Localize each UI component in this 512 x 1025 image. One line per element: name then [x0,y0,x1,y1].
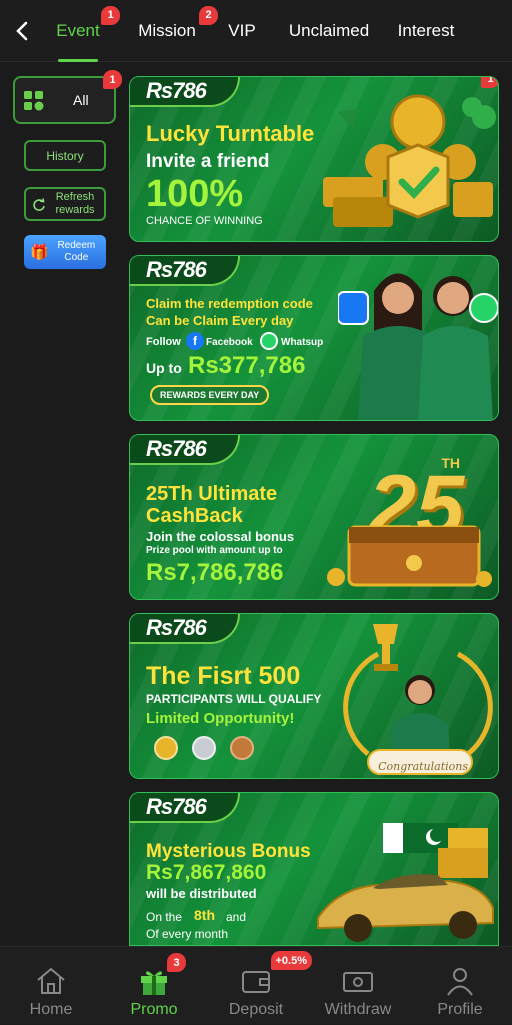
notification-badge: 3 [167,953,186,972]
sidebar: All 1 History Refresh rewards 🎁 Redeem C… [0,62,122,946]
promo-banner-cashback[interactable]: Rs786 25Th Ultimate CashBack Join the co… [129,434,499,600]
banner-title: Mysterious Bonus [146,841,311,862]
notification-badge: 1 [481,77,498,88]
rewards-every-day-button[interactable]: REWARDS EVERY DAY [150,385,270,405]
banner-line-2: Limited Opportunity! [146,710,295,727]
brand-logo: Rs786 [130,77,240,107]
facebook-icon: f [186,332,204,350]
promo-banner-lucky-turntable[interactable]: Rs786 Lucky Turntable Invite a friend 10… [129,76,499,242]
gold-coins-illustration [323,94,496,227]
women-illustration [338,273,498,420]
notification-badge: 1 [101,5,120,25]
nav-promo[interactable]: Promo 3 [104,947,204,1025]
trophy-woman-illustration [343,624,493,775]
congratulations-ribbon: Congratulations [378,760,468,773]
brand-logo: Rs786 [130,793,240,823]
brand-logo: Rs786 [130,614,240,644]
top-nav: Event 1 Mission 2 VIP Unclaimed Interest [0,0,512,62]
whatsapp-icon [260,332,278,350]
redeem-code-button[interactable]: 🎁 Redeem Code [24,235,106,269]
promo-banner-mysterious-bonus[interactable]: Rs786 Mysterious Bonus Rs7,867,860 will … [129,792,499,946]
filter-all-button[interactable]: All 1 [13,70,122,124]
refresh-rewards-label: Refresh rewards [55,191,95,216]
wallet-icon [242,971,270,993]
nav-home[interactable]: Home [1,947,101,1025]
banner-line-2: Can be Claim Every day [146,313,294,328]
tab-label: VIP [228,20,256,40]
silver-medal-icon [192,736,216,760]
history-button[interactable]: History [24,140,106,171]
banner-title: 25Th Ultimate [146,483,278,505]
nav-label: Profile [437,1001,483,1018]
banner-subtitle: Invite a friend [146,151,270,172]
banner-title-2: CashBack [146,505,243,527]
nav-withdraw[interactable]: Withdraw [308,947,408,1025]
notification-badge: 2 [199,5,218,25]
home-icon [37,967,65,994]
banner-line-1: Claim the redemption code [146,296,313,311]
user-icon [447,968,473,996]
bonus-amount: Rs7,867,860 [146,861,267,884]
banner-line-1: Join the colossal bonus [146,529,295,544]
nav-label: Deposit [228,1001,284,1018]
back-button[interactable] [0,0,44,62]
chevron-left-icon [16,21,28,40]
whatsapp-label: Whatsup [281,337,324,348]
gift-icon: 🎁 [30,244,49,261]
bottom-nav: Home Promo 3 Deposit +0.5% Withdraw Prof… [0,946,512,1024]
follow-label: Follow [146,336,181,348]
promo-banner-redemption-code[interactable]: Rs786 Claim the redemption code Can be C… [129,255,499,421]
banner-percent: 100% [146,173,244,215]
banner-line-3: Of every month [146,927,229,941]
anniversary-suffix: TH [441,455,460,471]
banner-line-2: Prize pool with amount up to [146,545,283,556]
tab-label: Unclaimed [288,20,370,40]
brand-logo: Rs786 [130,256,240,286]
nav-deposit[interactable]: Deposit +0.5% [206,947,312,1025]
notification-badge: 1 [103,70,122,89]
tab-label: Event [56,20,100,40]
tab-event[interactable]: Event 1 [44,0,120,62]
and-label: and [226,910,247,924]
up-to-label: Up to [146,360,182,376]
filter-all-label: All [73,92,89,108]
grid-icon [24,91,44,111]
refresh-rewards-button[interactable]: Refresh rewards [24,187,106,221]
refresh-icon [33,198,45,211]
banner-title: The Fisrt 500 [146,662,301,690]
gold-car-illustration [317,823,494,942]
tab-label: Mission [138,20,196,40]
tab-interest[interactable]: Interest [394,0,458,62]
reward-amount: Rs377,786 [188,352,306,379]
history-label: History [46,148,84,163]
tab-label: Interest [397,20,455,40]
treasure-chest-illustration [327,525,492,587]
banner-caption: CHANCE OF WINNING [146,215,263,227]
nav-label: Home [29,1001,73,1018]
nav-profile[interactable]: Profile [410,947,510,1025]
cash-icon [343,972,373,992]
banner-line-1: PARTICIPANTS WILL QUALIFY [146,692,322,706]
brand-logo: Rs786 [130,435,240,465]
facebook-label: Facebook [206,337,253,348]
eighth-label: 8th [194,907,215,923]
on-the-label: On the [146,910,183,924]
nav-label: Withdraw [324,1001,392,1018]
tab-mission[interactable]: Mission 2 [126,0,218,62]
nav-label: Promo [130,1001,178,1018]
tab-vip[interactable]: VIP [220,0,264,62]
promo-banner-first-500[interactable]: Rs786 The Fisrt 500 PARTICIPANTS WILL QU… [129,613,499,779]
redeem-code-label: Redeem Code [57,240,96,263]
bronze-medal-icon [230,736,254,760]
cashback-amount: Rs7,786,786 [146,559,284,586]
gift-box-icon [141,971,167,995]
deposit-bonus-badge: +0.5% [270,951,312,970]
gold-medal-icon [154,736,178,760]
banner-line-1: will be distributed [146,886,257,901]
tab-unclaimed[interactable]: Unclaimed [284,0,374,62]
